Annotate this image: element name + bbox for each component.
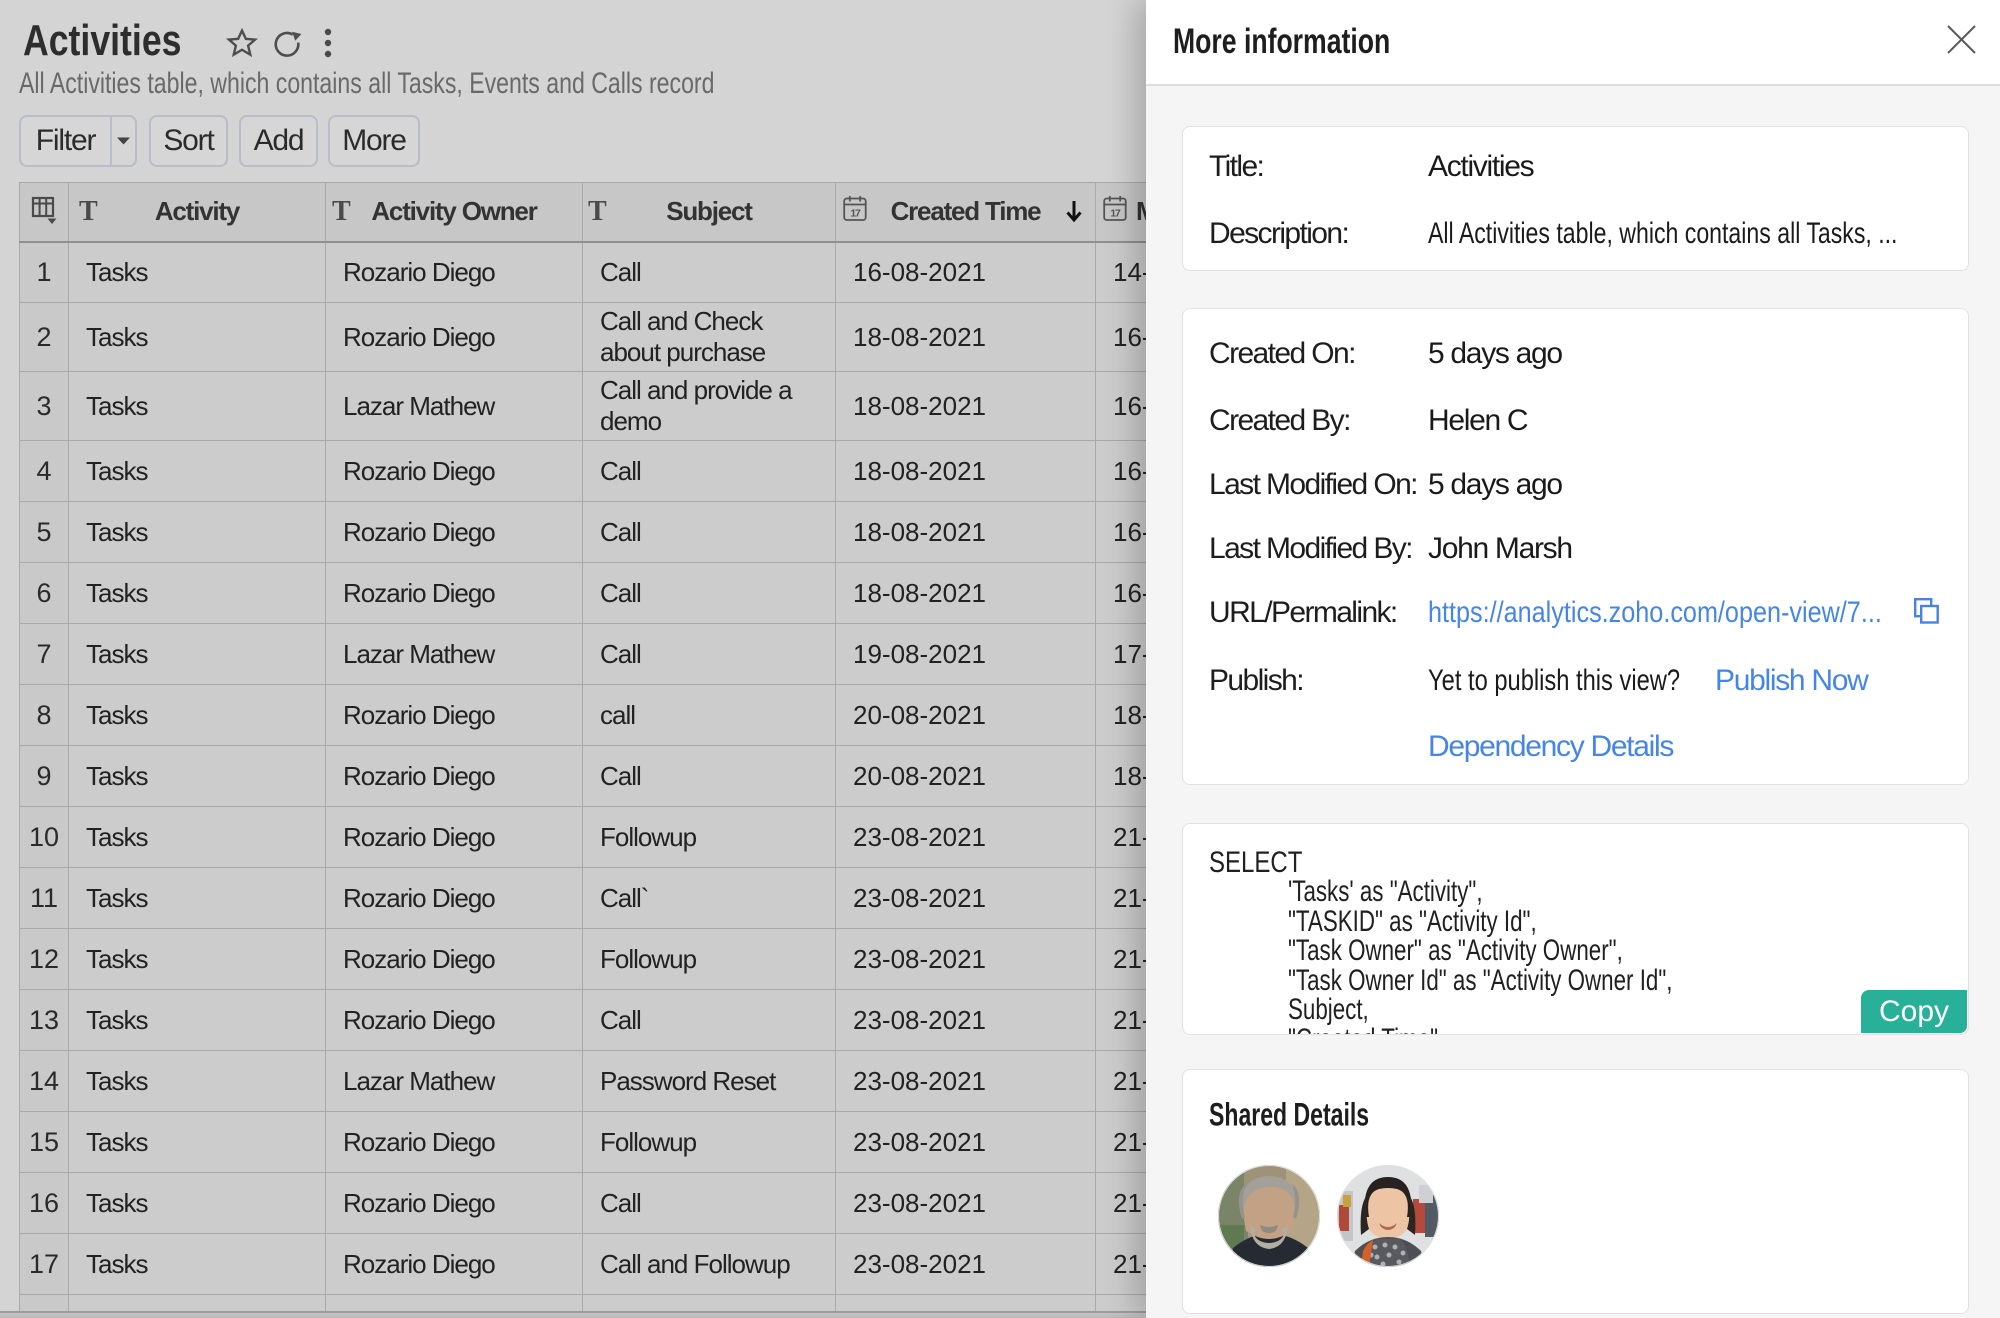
svg-text:17: 17 xyxy=(1110,207,1121,219)
svg-text:17: 17 xyxy=(850,207,861,219)
